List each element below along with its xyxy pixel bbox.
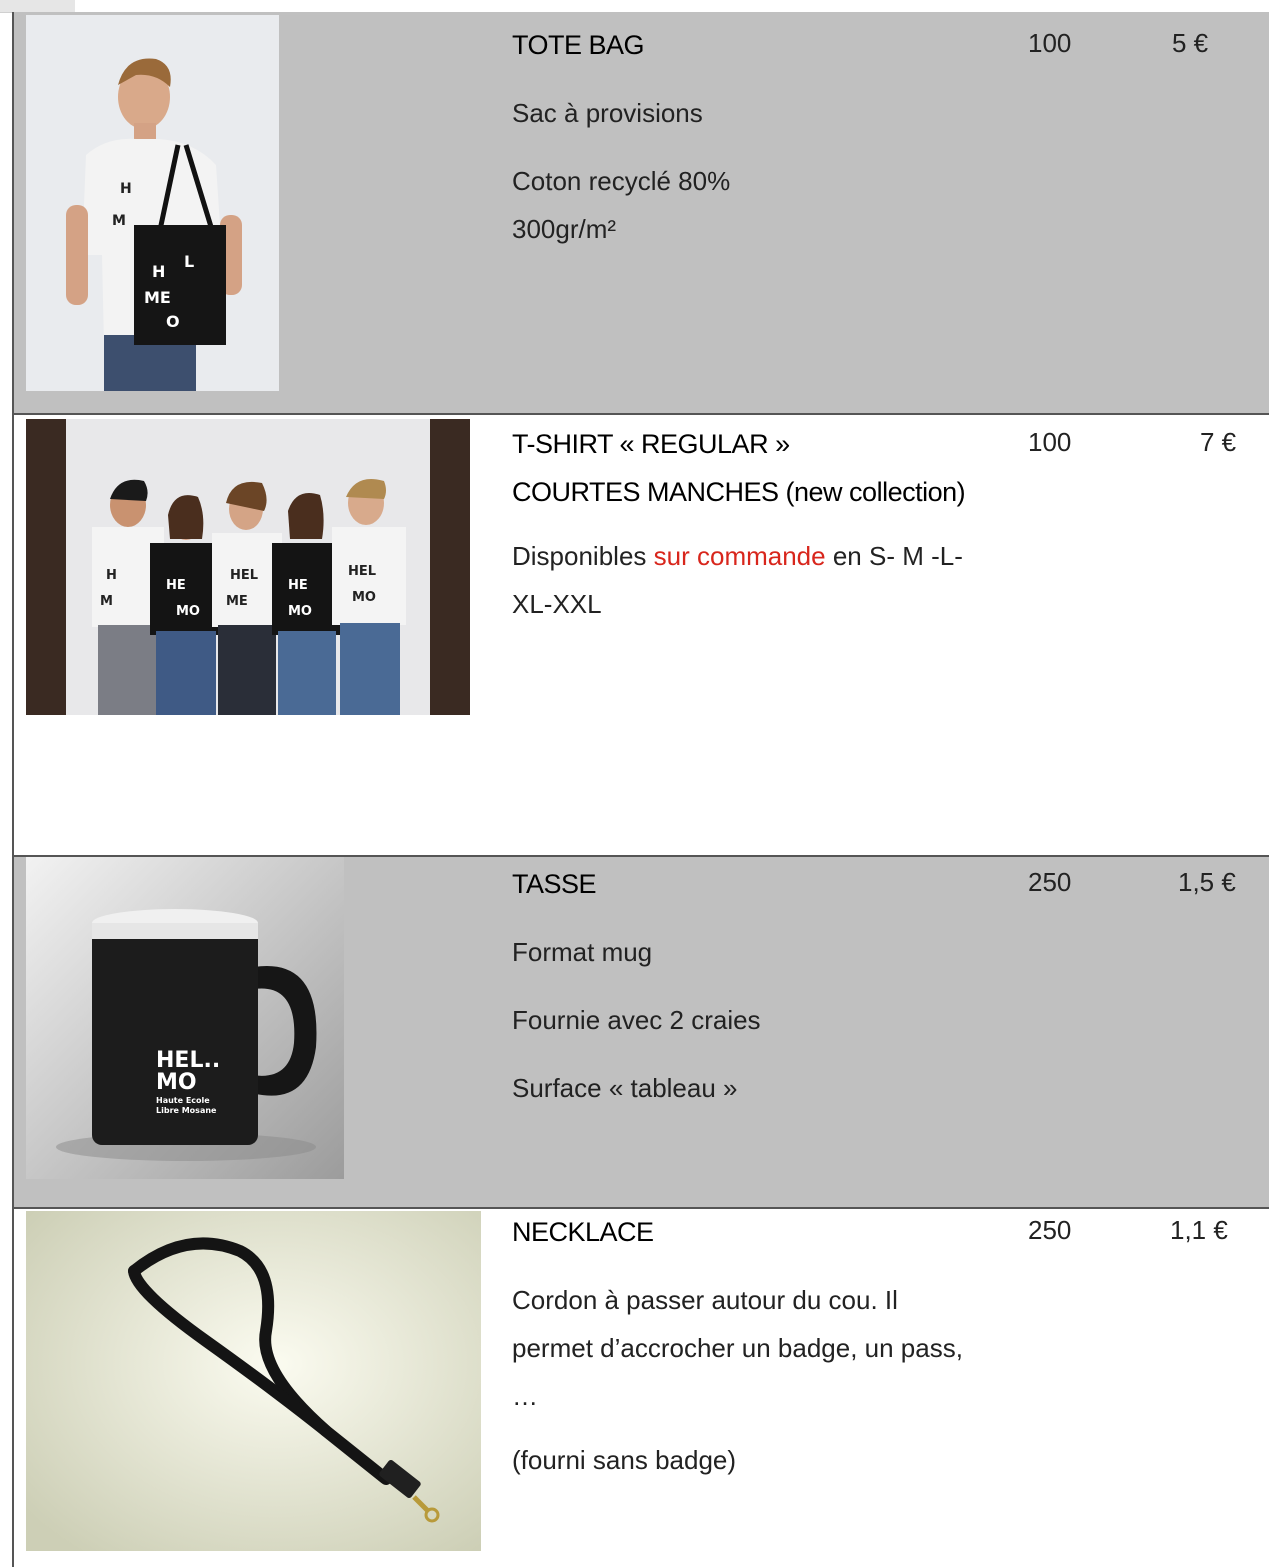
- product-row-necklace: NECKLACE Cordon à passer autour du cou. …: [12, 1209, 1269, 1567]
- svg-text:O: O: [166, 312, 180, 331]
- svg-text:HE: HE: [166, 578, 186, 593]
- svg-text:ME: ME: [226, 594, 248, 609]
- product-extras: Fournie avec 2 craies: [512, 1005, 761, 1035]
- tote-bag-text: TOTE BAG Sac à provisions Coton recyclé …: [512, 28, 730, 246]
- mug-logo-line-2: Libre Mosane: [156, 1106, 217, 1115]
- svg-text:HE: HE: [288, 578, 308, 593]
- product-description-line-1: Cordon à passer autour du cou. Il: [512, 1285, 898, 1315]
- product-sizes: XL-XXL: [512, 589, 602, 619]
- necklace-text: NECKLACE Cordon à passer autour du cou. …: [512, 1215, 963, 1477]
- product-title: NECKLACE: [512, 1217, 654, 1247]
- product-description-ellipsis: …: [512, 1381, 538, 1411]
- svg-text:MO: MO: [288, 604, 312, 619]
- svg-text:M: M: [100, 594, 113, 609]
- product-price: 1,5 €: [1178, 867, 1236, 897]
- desc-suffix: en S- M -L-: [825, 541, 963, 571]
- mug-logo-mo: MO: [156, 1070, 197, 1095]
- product-description: Disponibles sur commande en S- M -L-: [512, 539, 965, 573]
- product-title: TASSE: [512, 869, 597, 899]
- product-surface: Surface « tableau »: [512, 1073, 738, 1103]
- product-price: 5 €: [1172, 28, 1209, 58]
- product-format: Format mug: [512, 937, 653, 967]
- product-title-line-1: T-SHIRT « REGULAR »: [512, 429, 790, 459]
- svg-text:ME: ME: [144, 288, 171, 307]
- tasse-text: TASSE Format mug Fournie avec 2 craies S…: [512, 867, 761, 1105]
- tote-bag-photo: H L ME O H M: [26, 15, 279, 391]
- product-quantity: 250: [1028, 867, 1072, 897]
- product-description: Sac à provisions: [512, 98, 703, 128]
- product-price: 1,1 €: [1170, 1215, 1228, 1245]
- product-title-line-2: COURTES MANCHES (new collection): [512, 477, 966, 507]
- product-title: TOTE BAG: [512, 30, 645, 60]
- tshirt-photo: H M HE MO HEL ME HE MO HEL MO: [26, 419, 470, 715]
- svg-text:H: H: [106, 568, 117, 583]
- svg-text:HEL: HEL: [348, 564, 376, 579]
- mug-logo-line-1: Haute Ecole: [156, 1096, 210, 1105]
- product-row-tote-bag: H L ME O H M TOTE BAG Sac à provisions C…: [12, 12, 1269, 415]
- product-weight: 300gr/m²: [512, 214, 617, 244]
- svg-text:M: M: [112, 213, 126, 229]
- product-row-tasse: HEL.. MO Haute Ecole Libre Mosane TASSE …: [12, 857, 1269, 1209]
- tshirt-text: T-SHIRT « REGULAR » COURTES MANCHES (new…: [512, 427, 966, 621]
- svg-text:H: H: [120, 181, 132, 197]
- necklace-photo: [26, 1211, 481, 1551]
- on-order-highlight: sur commande: [653, 541, 826, 571]
- svg-text:HEL: HEL: [230, 568, 258, 583]
- mug-photo: HEL.. MO Haute Ecole Libre Mosane: [26, 857, 344, 1179]
- product-quantity: 100: [1028, 28, 1072, 58]
- svg-text:MO: MO: [352, 590, 376, 605]
- product-material: Coton recyclé 80%: [512, 166, 731, 196]
- svg-text:MO: MO: [176, 604, 200, 619]
- product-row-tshirt: H M HE MO HEL ME HE MO HEL MO T-SHIRT « …: [12, 415, 1269, 857]
- svg-text:L: L: [184, 252, 194, 271]
- product-description-line-2: permet d’accrocher un badge, un pass,: [512, 1333, 963, 1363]
- product-note: (fourni sans badge): [512, 1445, 737, 1475]
- svg-text:H: H: [152, 262, 165, 281]
- product-quantity: 250: [1028, 1215, 1072, 1245]
- product-price: 7 €: [1200, 427, 1237, 457]
- product-quantity: 100: [1028, 427, 1072, 457]
- desc-prefix: Disponibles: [512, 541, 654, 571]
